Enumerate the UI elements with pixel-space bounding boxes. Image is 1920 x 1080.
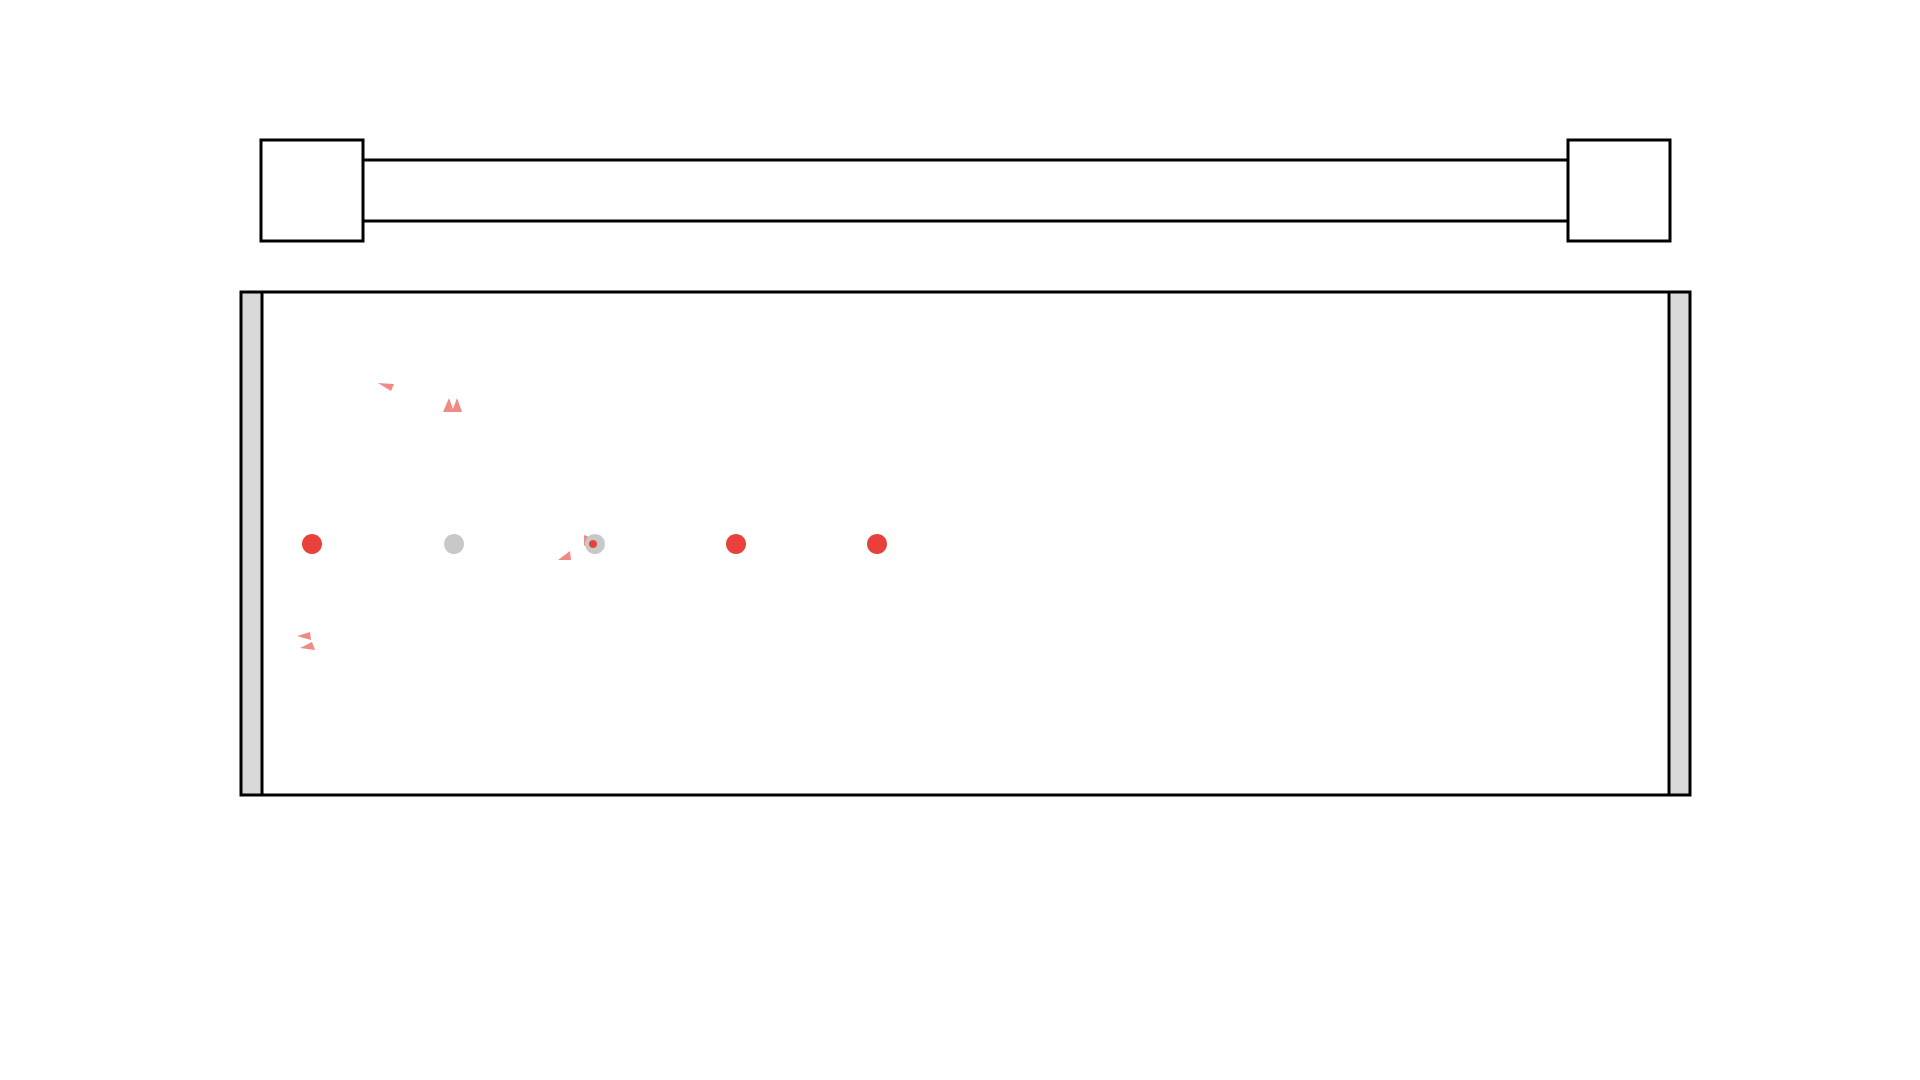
right-bumper-wall xyxy=(1667,290,1692,797)
ball-2[interactable] xyxy=(444,534,464,554)
ball-1[interactable] xyxy=(302,534,322,554)
left-bumper-wall xyxy=(239,290,264,797)
ball-4[interactable] xyxy=(726,534,746,554)
left-rail-block[interactable] xyxy=(259,138,365,243)
game-stage xyxy=(239,138,1692,797)
right-rail-block[interactable] xyxy=(1566,138,1672,243)
ball-3-impact-marker xyxy=(589,540,597,548)
top-rail xyxy=(259,138,1672,243)
ball-5[interactable] xyxy=(867,534,887,554)
